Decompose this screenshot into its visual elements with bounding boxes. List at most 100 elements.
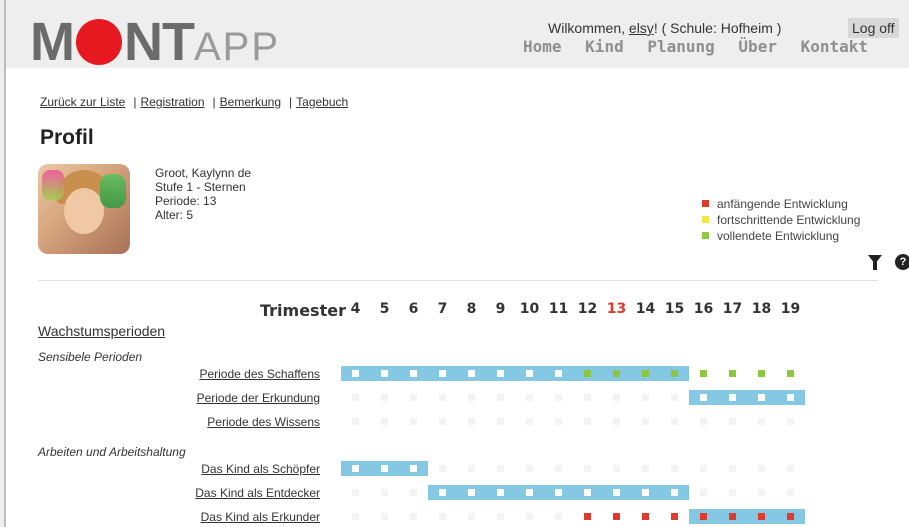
trimester-cell[interactable]: [758, 465, 765, 472]
trimester-cell[interactable]: [381, 394, 388, 401]
trimester-cell[interactable]: [439, 418, 446, 425]
link-registration[interactable]: Registration: [140, 95, 204, 109]
trimester-cell[interactable]: [787, 418, 794, 425]
trimester-cell[interactable]: [410, 513, 417, 520]
trimester-cell[interactable]: [439, 489, 446, 496]
trimester-cell[interactable]: [787, 513, 794, 520]
trimester-cell[interactable]: [758, 370, 765, 377]
trimester-cell[interactable]: [410, 370, 417, 377]
link-zuruck-zur-liste[interactable]: Zurück zur Liste: [40, 95, 125, 109]
trimester-cell[interactable]: [758, 513, 765, 520]
period-row-label[interactable]: Periode der Erkundung: [197, 391, 320, 405]
trimester-cell[interactable]: [787, 370, 794, 377]
trimester-cell[interactable]: [613, 370, 620, 377]
trimester-cell[interactable]: [468, 418, 475, 425]
trimester-cell[interactable]: [352, 394, 359, 401]
trimester-cell[interactable]: [584, 418, 591, 425]
trimester-cell[interactable]: [758, 489, 765, 496]
trimester-cell[interactable]: [787, 394, 794, 401]
link-tagebuch[interactable]: Tagebuch: [296, 95, 348, 109]
trimester-cell[interactable]: [700, 465, 707, 472]
trimester-cell[interactable]: [410, 394, 417, 401]
period-row-label[interactable]: Das Kind als Entdecker: [195, 486, 320, 500]
username-link[interactable]: elsy: [629, 20, 654, 36]
trimester-cell[interactable]: [671, 489, 678, 496]
trimester-cell[interactable]: [584, 489, 591, 496]
period-row-label[interactable]: Periode des Schaffens: [199, 367, 320, 381]
trimester-cell[interactable]: [352, 513, 359, 520]
trimester-cell[interactable]: [468, 513, 475, 520]
trimester-cell[interactable]: [787, 465, 794, 472]
trimester-cell[interactable]: [468, 465, 475, 472]
trimester-cell[interactable]: [729, 465, 736, 472]
nav-kind[interactable]: Kind: [585, 37, 624, 56]
trimester-cell[interactable]: [497, 370, 504, 377]
trimester-cell[interactable]: [381, 489, 388, 496]
trimester-cell[interactable]: [642, 465, 649, 472]
trimester-cell[interactable]: [700, 489, 707, 496]
trimester-cell[interactable]: [642, 489, 649, 496]
trimester-cell[interactable]: [671, 513, 678, 520]
trimester-cell[interactable]: [613, 489, 620, 496]
trimester-cell[interactable]: [410, 418, 417, 425]
trimester-cell[interactable]: [526, 370, 533, 377]
trimester-cell[interactable]: [468, 394, 475, 401]
trimester-cell[interactable]: [526, 465, 533, 472]
trimester-cell[interactable]: [381, 465, 388, 472]
nav-planung[interactable]: Planung: [647, 37, 714, 56]
trimester-cell[interactable]: [729, 513, 736, 520]
trimester-cell[interactable]: [439, 370, 446, 377]
trimester-cell[interactable]: [497, 489, 504, 496]
trimester-cell[interactable]: [584, 370, 591, 377]
trimester-cell[interactable]: [671, 394, 678, 401]
trimester-cell[interactable]: [729, 489, 736, 496]
trimester-cell[interactable]: [729, 394, 736, 401]
trimester-cell[interactable]: [758, 418, 765, 425]
trimester-cell[interactable]: [497, 394, 504, 401]
trimester-cell[interactable]: [555, 513, 562, 520]
trimester-cell[interactable]: [555, 465, 562, 472]
trimester-cell[interactable]: [700, 513, 707, 520]
trimester-cell[interactable]: [497, 465, 504, 472]
trimester-cell[interactable]: [439, 394, 446, 401]
trimester-cell[interactable]: [613, 418, 620, 425]
trimester-cell[interactable]: [381, 513, 388, 520]
trimester-cell[interactable]: [584, 513, 591, 520]
period-bar[interactable]: [341, 366, 689, 381]
trimester-cell[interactable]: [671, 370, 678, 377]
trimester-cell[interactable]: [700, 394, 707, 401]
trimester-cell[interactable]: [468, 370, 475, 377]
logoff-button[interactable]: Log off: [848, 18, 899, 38]
nav-kontakt[interactable]: Kontakt: [801, 37, 868, 56]
trimester-cell[interactable]: [642, 418, 649, 425]
trimester-cell[interactable]: [526, 513, 533, 520]
trimester-cell[interactable]: [381, 370, 388, 377]
trimester-cell[interactable]: [526, 489, 533, 496]
trimester-cell[interactable]: [555, 418, 562, 425]
trimester-cell[interactable]: [584, 394, 591, 401]
trimester-cell[interactable]: [410, 465, 417, 472]
help-icon[interactable]: ?: [895, 254, 909, 270]
trimester-cell[interactable]: [758, 394, 765, 401]
trimester-cell[interactable]: [700, 418, 707, 425]
trimester-cell[interactable]: [555, 394, 562, 401]
trimester-cell[interactable]: [642, 370, 649, 377]
trimester-cell[interactable]: [439, 465, 446, 472]
trimester-cell[interactable]: [555, 489, 562, 496]
trimester-cell[interactable]: [352, 370, 359, 377]
trimester-cell[interactable]: [613, 513, 620, 520]
trimester-cell[interactable]: [497, 418, 504, 425]
trimester-cell[interactable]: [526, 418, 533, 425]
trimester-cell[interactable]: [613, 394, 620, 401]
trimester-cell[interactable]: [439, 513, 446, 520]
trimester-cell[interactable]: [410, 489, 417, 496]
trimester-cell[interactable]: [729, 418, 736, 425]
nav-home[interactable]: Home: [523, 37, 562, 56]
trimester-cell[interactable]: [352, 489, 359, 496]
trimester-cell[interactable]: [671, 465, 678, 472]
trimester-cell[interactable]: [700, 370, 707, 377]
trimester-cell[interactable]: [671, 418, 678, 425]
trimester-cell[interactable]: [613, 465, 620, 472]
trimester-cell[interactable]: [787, 489, 794, 496]
trimester-cell[interactable]: [352, 418, 359, 425]
